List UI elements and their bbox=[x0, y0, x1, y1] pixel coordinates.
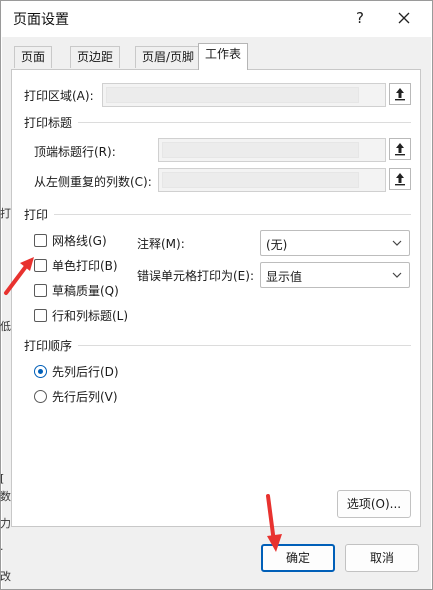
tab-header-footer[interactable]: 页眉/页脚 bbox=[135, 46, 202, 68]
bg-fragment: 数 bbox=[0, 490, 11, 503]
close-icon bbox=[398, 12, 410, 24]
bg-fragment: [ bbox=[0, 472, 5, 485]
cols-to-repeat-label: 从左侧重复的列数(C): bbox=[34, 175, 152, 189]
rows-collapse-button[interactable] bbox=[389, 138, 411, 160]
bg-fragment: 力 bbox=[0, 517, 11, 530]
down-then-over-radio[interactable] bbox=[34, 365, 47, 378]
dialog-client: 页面 页边距 页眉/页脚 工作表 打印区域(A): 打印标题 顶端标题行(R):… bbox=[2, 37, 431, 589]
errors-select-value: 显示值 bbox=[266, 270, 303, 284]
tab-margins[interactable]: 页边距 bbox=[70, 46, 121, 68]
bg-fragment: 改 bbox=[0, 570, 11, 583]
comments-select[interactable]: (无) bbox=[260, 230, 410, 256]
annotation-arrow-icon bbox=[266, 494, 282, 552]
help-button[interactable]: ? bbox=[345, 5, 375, 31]
chevron-down-icon bbox=[392, 272, 402, 278]
dialog-title: 页面设置 bbox=[13, 12, 69, 28]
bg-fragment: 低 bbox=[0, 320, 11, 333]
tab-page[interactable]: 页面 bbox=[14, 46, 53, 68]
print-titles-divider bbox=[78, 122, 411, 123]
chevron-down-icon bbox=[392, 240, 402, 246]
cancel-button[interactable]: 取消 bbox=[345, 544, 419, 572]
page-order-divider bbox=[78, 345, 411, 346]
collapse-dialog-icon bbox=[395, 173, 405, 186]
print-divider bbox=[54, 214, 411, 215]
bg-fragment: 打 bbox=[0, 207, 11, 220]
cols-to-repeat-input[interactable] bbox=[158, 168, 386, 192]
print-heading: 打印 bbox=[24, 208, 49, 222]
collapse-dialog-icon bbox=[395, 143, 405, 156]
annotation-arrow-icon bbox=[4, 257, 34, 295]
mono-print-label: 单色打印(B) bbox=[52, 259, 118, 273]
sheet-tab-panel: 打印区域(A): 打印标题 顶端标题行(R): 从左侧重复的列数(C): 打印 bbox=[11, 69, 421, 527]
down-then-over-label: 先列后行(D) bbox=[52, 365, 119, 379]
print-area-label: 打印区域(A): bbox=[24, 89, 94, 103]
rows-to-repeat-input[interactable] bbox=[158, 138, 386, 162]
rows-to-repeat-label: 顶端标题行(R): bbox=[34, 145, 116, 159]
print-titles-heading: 打印标题 bbox=[24, 116, 73, 130]
row-col-headings-label: 行和列标题(L) bbox=[52, 309, 129, 323]
errors-select[interactable]: 显示值 bbox=[260, 262, 410, 288]
print-area-input[interactable] bbox=[102, 83, 386, 107]
comments-label: 注释(M): bbox=[137, 237, 185, 251]
errors-label: 错误单元格打印为(E): bbox=[137, 269, 254, 283]
over-then-down-label: 先行后列(V) bbox=[52, 390, 118, 404]
comments-select-value: (无) bbox=[266, 238, 288, 252]
over-then-down-radio[interactable] bbox=[34, 390, 47, 403]
page-setup-dialog: 页面设置 ? 页面 页边距 页眉/页脚 工作表 打印区域(A): 打印标题 顶端… bbox=[0, 0, 433, 590]
close-button[interactable] bbox=[389, 5, 419, 31]
gridlines-checkbox[interactable] bbox=[34, 234, 47, 247]
tab-sheet[interactable]: 工作表 bbox=[198, 43, 249, 70]
collapse-dialog-icon bbox=[395, 88, 405, 101]
print-area-collapse-button[interactable] bbox=[389, 83, 411, 105]
draft-quality-label: 草稿质量(Q) bbox=[52, 284, 119, 298]
options-button[interactable]: 选项(O)... bbox=[337, 490, 411, 518]
cols-collapse-button[interactable] bbox=[389, 168, 411, 190]
gridlines-label: 网格线(G) bbox=[52, 234, 107, 248]
bg-fragment: . bbox=[0, 540, 4, 553]
row-col-headings-checkbox[interactable] bbox=[34, 309, 47, 322]
page-order-heading: 打印顺序 bbox=[24, 339, 73, 353]
title-bar: 页面设置 ? bbox=[1, 1, 432, 37]
